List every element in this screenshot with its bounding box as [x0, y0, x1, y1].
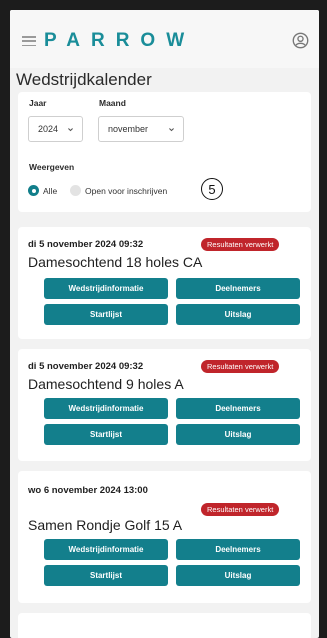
event-date: di 5 november 2024 09:32 — [28, 239, 144, 250]
app-frame: PARROW Wedstrijdkalender Jaar 2024 Maand… — [10, 10, 319, 638]
hamburger-menu-icon[interactable] — [22, 36, 36, 46]
start-list-button[interactable]: Startlijst — [44, 565, 168, 586]
user-profile-icon[interactable] — [292, 32, 309, 49]
chevron-down-icon — [169, 128, 174, 132]
app-logo[interactable]: PARROW — [44, 30, 195, 52]
event-title: Damesochtend 18 holes CA — [28, 254, 203, 270]
month-label: Maand — [99, 98, 126, 108]
radio-all[interactable] — [28, 185, 39, 196]
event-card-partial — [18, 613, 311, 638]
event-card: wo 6 november 2024 13:00 Resultaten verw… — [18, 471, 311, 603]
page-title: Wedstrijdkalender — [16, 70, 152, 89]
competition-info-button[interactable]: Wedstrijdinformatie — [44, 539, 168, 560]
competition-info-button[interactable]: Wedstrijdinformatie — [44, 398, 168, 419]
app-header: PARROW — [10, 10, 319, 68]
results-button[interactable]: Uitslag — [176, 565, 300, 586]
event-card: di 5 november 2024 09:32 Resultaten verw… — [18, 227, 311, 339]
participants-button[interactable]: Deelnemers — [176, 539, 300, 560]
start-list-button[interactable]: Startlijst — [44, 424, 168, 445]
month-select-value: november — [108, 124, 149, 134]
event-card: di 5 november 2024 09:32 Resultaten verw… — [18, 349, 311, 461]
event-title: Damesochtend 9 holes A — [28, 376, 184, 392]
chevron-down-icon — [68, 128, 73, 132]
status-badge: Resultaten verwerkt — [201, 360, 280, 373]
participants-button[interactable]: Deelnemers — [176, 278, 300, 299]
status-badge: Resultaten verwerkt — [201, 503, 280, 516]
radio-open-registration[interactable] — [70, 185, 81, 196]
year-select-value: 2024 — [38, 124, 59, 134]
results-button[interactable]: Uitslag — [176, 424, 300, 445]
event-date: wo 6 november 2024 13:00 — [28, 485, 148, 496]
event-title: Samen Rondje Golf 15 A — [28, 517, 183, 533]
event-date: di 5 november 2024 09:32 — [28, 361, 144, 372]
participants-button[interactable]: Deelnemers — [176, 398, 300, 419]
radio-open-registration-label: Open voor inschrijven — [85, 186, 168, 196]
step-marker: 5 — [201, 178, 223, 200]
competition-info-button[interactable]: Wedstrijdinformatie — [44, 278, 168, 299]
filter-panel: Jaar 2024 Maand november Weergeven Alle … — [18, 92, 311, 212]
radio-all-label: Alle — [43, 186, 58, 196]
results-button[interactable]: Uitslag — [176, 304, 300, 325]
month-select[interactable]: november — [98, 116, 184, 142]
year-label: Jaar — [29, 98, 47, 108]
year-select[interactable]: 2024 — [28, 116, 83, 142]
start-list-button[interactable]: Startlijst — [44, 304, 168, 325]
view-label: Weergeven — [29, 162, 75, 172]
status-badge: Resultaten verwerkt — [201, 238, 280, 251]
